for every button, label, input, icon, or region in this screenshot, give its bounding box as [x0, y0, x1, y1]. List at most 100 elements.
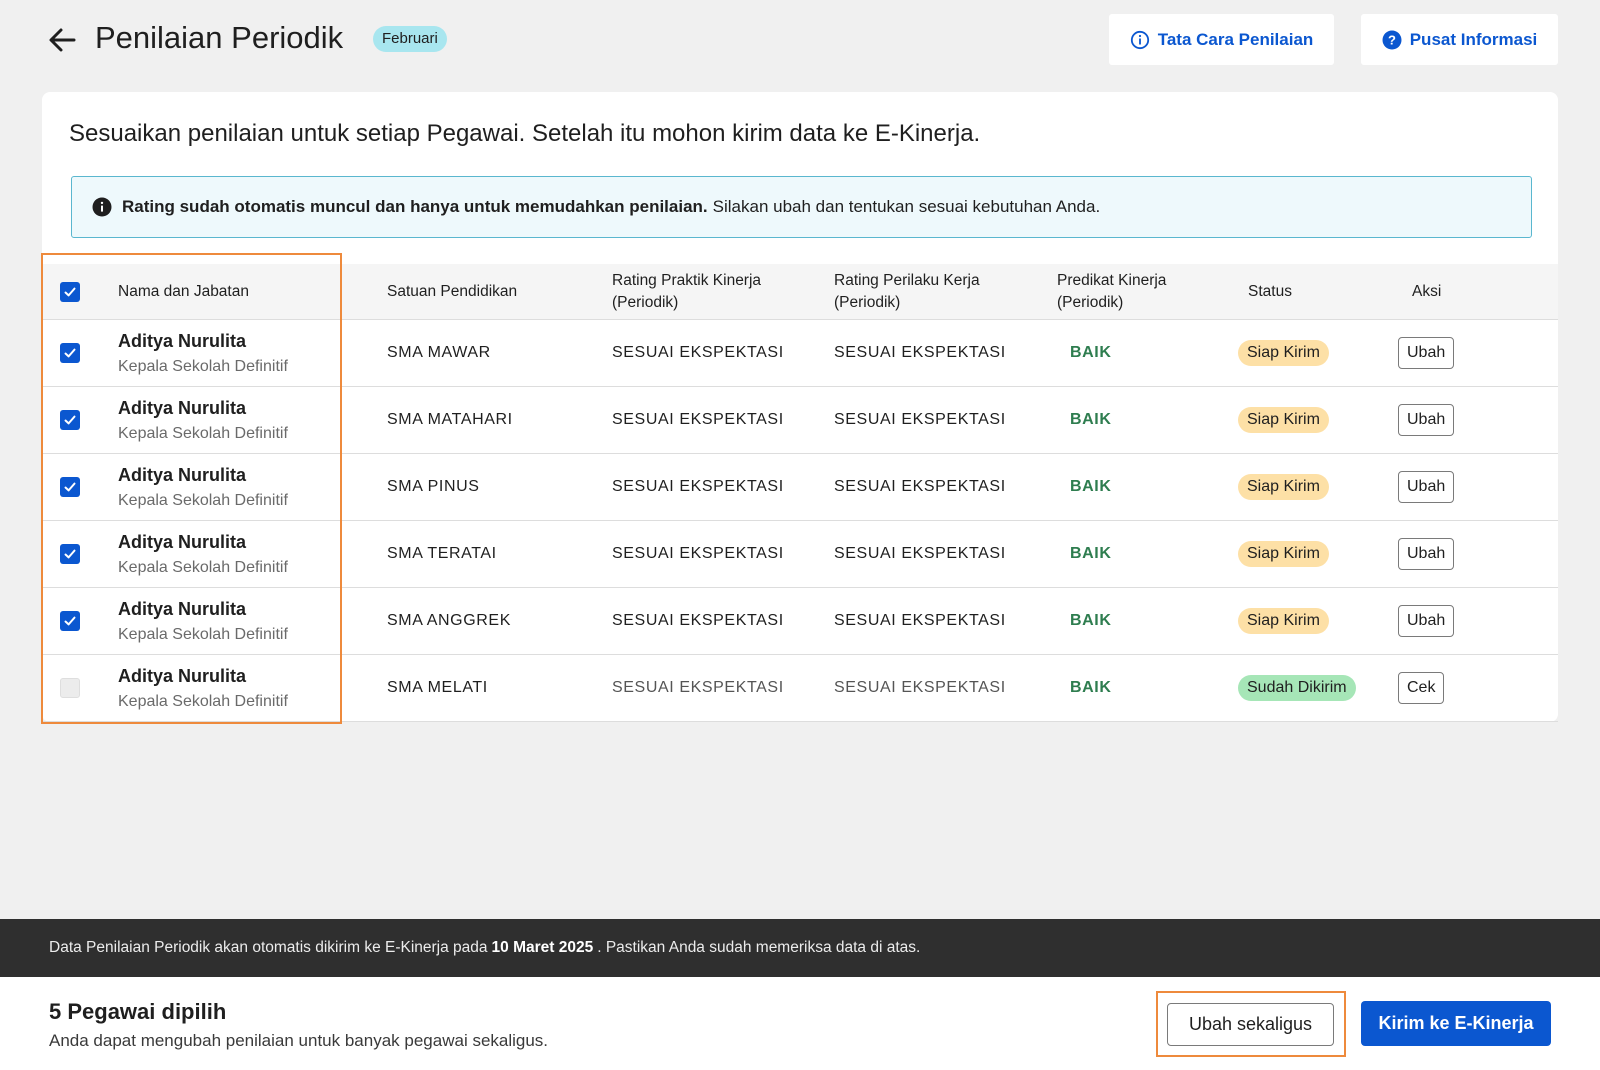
ubah-sekaligus-button[interactable]: Ubah sekaligus	[1167, 1003, 1334, 1046]
row-select-cell	[60, 320, 82, 386]
school-name: SMA MELATI	[387, 679, 488, 696]
header-rating-praktik-line2: (Periodik)	[612, 293, 679, 311]
header-predikat-line2: (Periodik)	[1057, 293, 1124, 311]
action-cell: Ubah	[1398, 588, 1455, 654]
employee-cell: Aditya Nurulita Kepala Sekolah Definitif	[118, 320, 288, 386]
ubah-button[interactable]: Ubah	[1398, 404, 1455, 436]
predikat-cell: BAIK	[1057, 454, 1112, 520]
predikat-value: BAIK	[1070, 612, 1112, 629]
info-banner-bold-text: Rating sudah otomatis muncul dan hanya u…	[122, 197, 708, 216]
page-header: Penilaian Periodik Februari Tata Cara Pe…	[0, 0, 1600, 80]
table-row: Aditya Nurulita Kepala Sekolah Definitif S…	[42, 521, 1558, 588]
row-select-cell	[60, 521, 82, 587]
employee-role: Kepala Sekolah Definitif	[118, 491, 288, 509]
predikat-value: BAIK	[1070, 679, 1112, 696]
checkmark-icon	[64, 482, 76, 492]
table-body: Aditya Nurulita Kepala Sekolah Definitif S…	[42, 320, 1558, 722]
employee-cell: Aditya Nurulita Kepala Sekolah Definitif	[118, 521, 288, 587]
select-all-checkbox[interactable]	[60, 281, 80, 302]
rating-perilaku-value: SESUAI EKSPEKTASI	[834, 478, 1006, 495]
employee-role: Kepala Sekolah Definitif	[118, 424, 288, 442]
row-checkbox[interactable]	[60, 477, 80, 497]
row-select-cell	[60, 588, 82, 654]
selected-hint: Anda dapat mengubah penilaian untuk bany…	[49, 1031, 549, 1050]
predikat-value: BAIK	[1070, 344, 1112, 361]
month-badge: Februari	[373, 26, 447, 52]
school-name: SMA ANGGREK	[387, 612, 511, 629]
predikat-value: BAIK	[1070, 411, 1112, 428]
notice-text-pre: Data Penilaian Periodik akan otomatis di…	[49, 939, 488, 956]
row-checkbox[interactable]	[60, 678, 80, 698]
status-badge: Siap Kirim	[1238, 608, 1329, 634]
checkmark-icon	[64, 348, 76, 358]
employee-name: Aditya Nurulita	[118, 464, 247, 485]
table-header-row: Nama dan Jabatan Satuan Pendidikan Ratin…	[42, 264, 1558, 320]
checkmark-icon	[64, 549, 76, 559]
header-predikat: Predikat Kinerja (Periodik)	[1057, 264, 1166, 319]
pusat-informasi-button[interactable]: ? Pusat Informasi	[1361, 14, 1558, 65]
svg-text:?: ?	[1388, 32, 1396, 47]
employee-name: Aditya Nurulita	[118, 598, 247, 619]
action-cell: Ubah	[1398, 521, 1455, 587]
checkmark-icon	[64, 287, 76, 296]
school-name: SMA TERATAI	[387, 545, 497, 562]
ubah-button[interactable]: Ubah	[1398, 538, 1455, 570]
employee-table: Nama dan Jabatan Satuan Pendidikan Ratin…	[42, 264, 1558, 722]
employee-cell: Aditya Nurulita Kepala Sekolah Definitif	[118, 588, 288, 654]
rating-perilaku-value: SESUAI EKSPEKTASI	[834, 545, 1006, 562]
employee-name: Aditya Nurulita	[118, 531, 247, 552]
table-row: Aditya Nurulita Kepala Sekolah Definitif S…	[42, 588, 1558, 655]
table-row: Aditya Nurulita Kepala Sekolah Definitif S…	[42, 387, 1558, 454]
ubah-button[interactable]: Ubah	[1398, 605, 1455, 637]
row-checkbox[interactable]	[60, 343, 80, 363]
rating-perilaku-value: SESUAI EKSPEKTASI	[834, 612, 1006, 629]
header-predikat-line1: Predikat Kinerja	[1057, 271, 1167, 289]
ubah-button[interactable]: Ubah	[1398, 471, 1455, 503]
row-select-cell	[60, 454, 82, 520]
row-checkbox[interactable]	[60, 611, 80, 631]
ubah-button[interactable]: Ubah	[1398, 337, 1455, 369]
predikat-cell: BAIK	[1057, 320, 1112, 386]
back-button[interactable]	[44, 22, 80, 58]
rating-praktik-value: SESUAI EKSPEKTASI	[612, 478, 784, 495]
row-select-cell	[60, 655, 82, 721]
predikat-cell: BAIK	[1057, 655, 1112, 721]
status-cell: Siap Kirim	[1238, 320, 1329, 386]
school-name: SMA MAWAR	[387, 344, 491, 361]
header-satuan-pendidikan: Satuan Pendidikan	[387, 282, 518, 300]
action-cell: Ubah	[1398, 320, 1455, 386]
rating-praktik-value: SESUAI EKSPEKTASI	[612, 411, 784, 428]
school-name: SMA MATAHARI	[387, 411, 513, 428]
status-badge: Siap Kirim	[1238, 407, 1329, 433]
info-banner-text: Silakan ubah dan tentukan sesuai kebutuh…	[712, 197, 1101, 216]
employee-cell: Aditya Nurulita Kepala Sekolah Definitif	[118, 655, 288, 721]
employee-role: Kepala Sekolah Definitif	[118, 625, 288, 643]
predikat-value: BAIK	[1070, 545, 1112, 562]
status-badge: Siap Kirim	[1238, 474, 1329, 500]
cek-button[interactable]: Cek	[1398, 672, 1445, 704]
employee-role: Kepala Sekolah Definitif	[118, 357, 288, 375]
pusat-informasi-label: Pusat Informasi	[1409, 29, 1538, 49]
card-heading: Sesuaikan penilaian untuk setiap Pegawai…	[69, 120, 981, 147]
employee-cell: Aditya Nurulita Kepala Sekolah Definitif	[118, 454, 288, 520]
predikat-cell: BAIK	[1057, 387, 1112, 453]
info-filled-icon	[92, 197, 112, 217]
assessment-card: Sesuaikan penilaian untuk setiap Pegawai…	[42, 92, 1558, 722]
status-cell: Siap Kirim	[1238, 454, 1329, 520]
predikat-cell: BAIK	[1057, 521, 1112, 587]
row-checkbox[interactable]	[60, 410, 80, 430]
auto-send-notice: Data Penilaian Periodik akan otomatis di…	[0, 919, 1600, 977]
kirim-ke-ekinerja-button[interactable]: Kirim ke E-Kinerja	[1361, 1001, 1551, 1046]
employee-name: Aditya Nurulita	[118, 330, 247, 351]
status-cell: Siap Kirim	[1238, 521, 1329, 587]
school-name: SMA PINUS	[387, 478, 480, 495]
table-row: Aditya Nurulita Kepala Sekolah Definitif S…	[42, 655, 1558, 722]
employee-cell: Aditya Nurulita Kepala Sekolah Definitif	[118, 387, 288, 453]
row-checkbox[interactable]	[60, 544, 80, 564]
selection-action-bar: 5 Pegawai dipilih Anda dapat mengubah pe…	[0, 977, 1600, 1070]
header-rating-perilaku: Rating Perilaku Kerja (Periodik)	[834, 264, 980, 319]
checkmark-icon	[64, 415, 76, 425]
rating-praktik-value: SESUAI EKSPEKTASI	[612, 344, 784, 361]
tata-cara-penilaian-button[interactable]: Tata Cara Penilaian	[1109, 14, 1334, 65]
table-row: Aditya Nurulita Kepala Sekolah Definitif S…	[42, 320, 1558, 387]
